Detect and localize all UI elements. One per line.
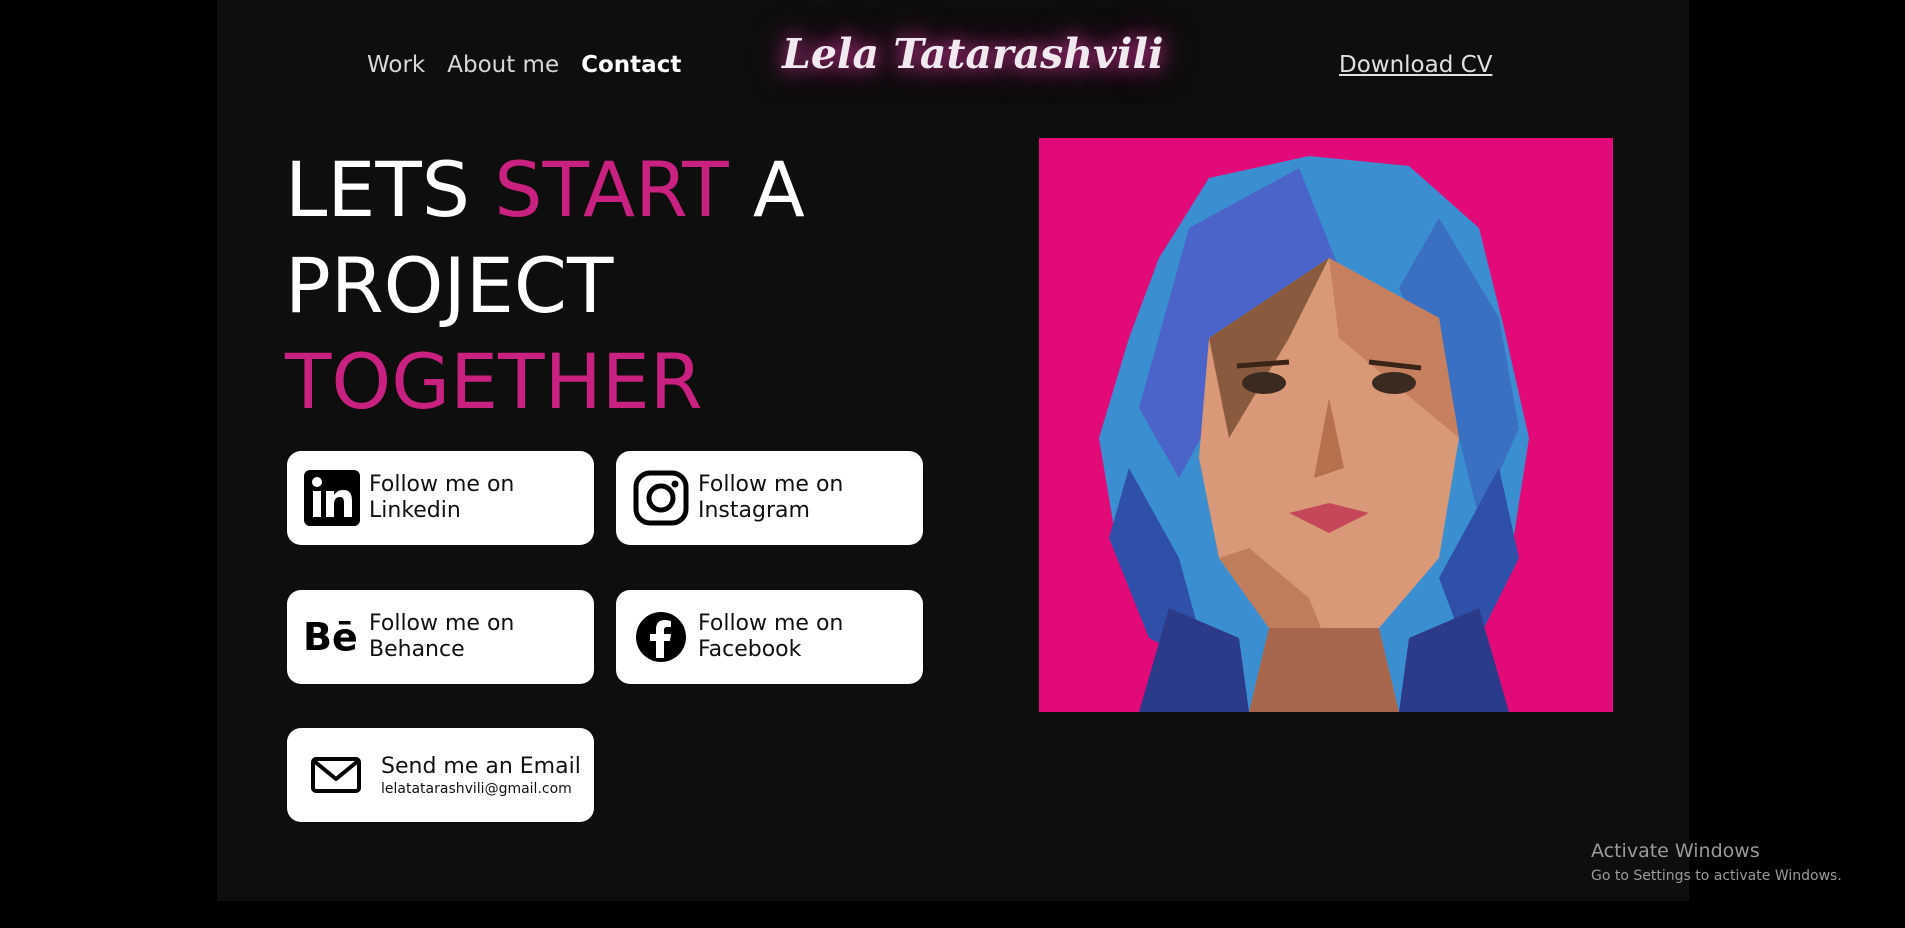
behance-icon: Bē <box>303 608 361 666</box>
facebook-label: Follow me on Facebook <box>698 611 843 663</box>
linkedin-label: Follow me on Linkedin <box>369 472 514 524</box>
linkedin-label-line1: Follow me on <box>369 472 515 497</box>
heading-word-together: TOGETHER <box>285 337 703 426</box>
heading-word-lets: LETS <box>285 145 471 234</box>
instagram-card[interactable]: Follow me on Instagram <box>616 451 923 545</box>
watermark-subtitle: Go to Settings to activate Windows. <box>1591 868 1842 884</box>
svg-text:Bē: Bē <box>303 615 358 659</box>
brand-logo[interactable]: Lela Tatarashvili <box>782 30 1164 78</box>
heading-word-start: START <box>494 145 729 234</box>
linkedin-icon <box>303 469 361 527</box>
windows-activation-watermark: Activate Windows Go to Settings to activ… <box>1591 840 1842 884</box>
linkedin-card[interactable]: Follow me on Linkedin <box>287 451 594 545</box>
instagram-icon <box>632 469 690 527</box>
nav-contact[interactable]: Contact <box>581 52 681 78</box>
portrait-image <box>1039 138 1613 712</box>
linkedin-label-line2: Linkedin <box>369 498 461 523</box>
behance-label-line2: Behance <box>369 637 465 662</box>
heading-word-a: A <box>752 145 805 234</box>
nav-work[interactable]: Work <box>367 52 425 78</box>
behance-label: Follow me on Behance <box>369 611 514 663</box>
email-title: Send me an Email <box>381 753 581 779</box>
mail-icon <box>303 746 369 804</box>
facebook-label-line2: Facebook <box>698 637 802 662</box>
main-nav: Work About me Contact <box>367 52 681 78</box>
instagram-label-line1: Follow me on <box>698 472 844 497</box>
email-card[interactable]: Send me an Email lelatatarashvili@gmail.… <box>287 728 594 822</box>
facebook-icon <box>632 608 690 666</box>
download-cv-link[interactable]: Download CV <box>1339 52 1492 78</box>
nav-about-me[interactable]: About me <box>447 52 559 78</box>
instagram-label: Follow me on Instagram <box>698 472 843 524</box>
behance-label-line1: Follow me on <box>369 611 515 636</box>
heading-word-project: PROJECT <box>285 241 614 330</box>
facebook-label-line1: Follow me on <box>698 611 844 636</box>
email-address: lelatatarashvili@gmail.com <box>381 780 572 797</box>
watermark-title: Activate Windows <box>1591 840 1760 862</box>
instagram-label-line2: Instagram <box>698 498 810 523</box>
page: Work About me Contact Lela Tatarashvili … <box>217 0 1689 901</box>
facebook-card[interactable]: Follow me on Facebook <box>616 590 923 684</box>
email-label: Send me an Email lelatatarashvili@gmail.… <box>381 754 581 797</box>
hero-heading: LETS START A PROJECT TOGETHER <box>285 142 805 430</box>
behance-card[interactable]: Bē Follow me on Behance <box>287 590 594 684</box>
